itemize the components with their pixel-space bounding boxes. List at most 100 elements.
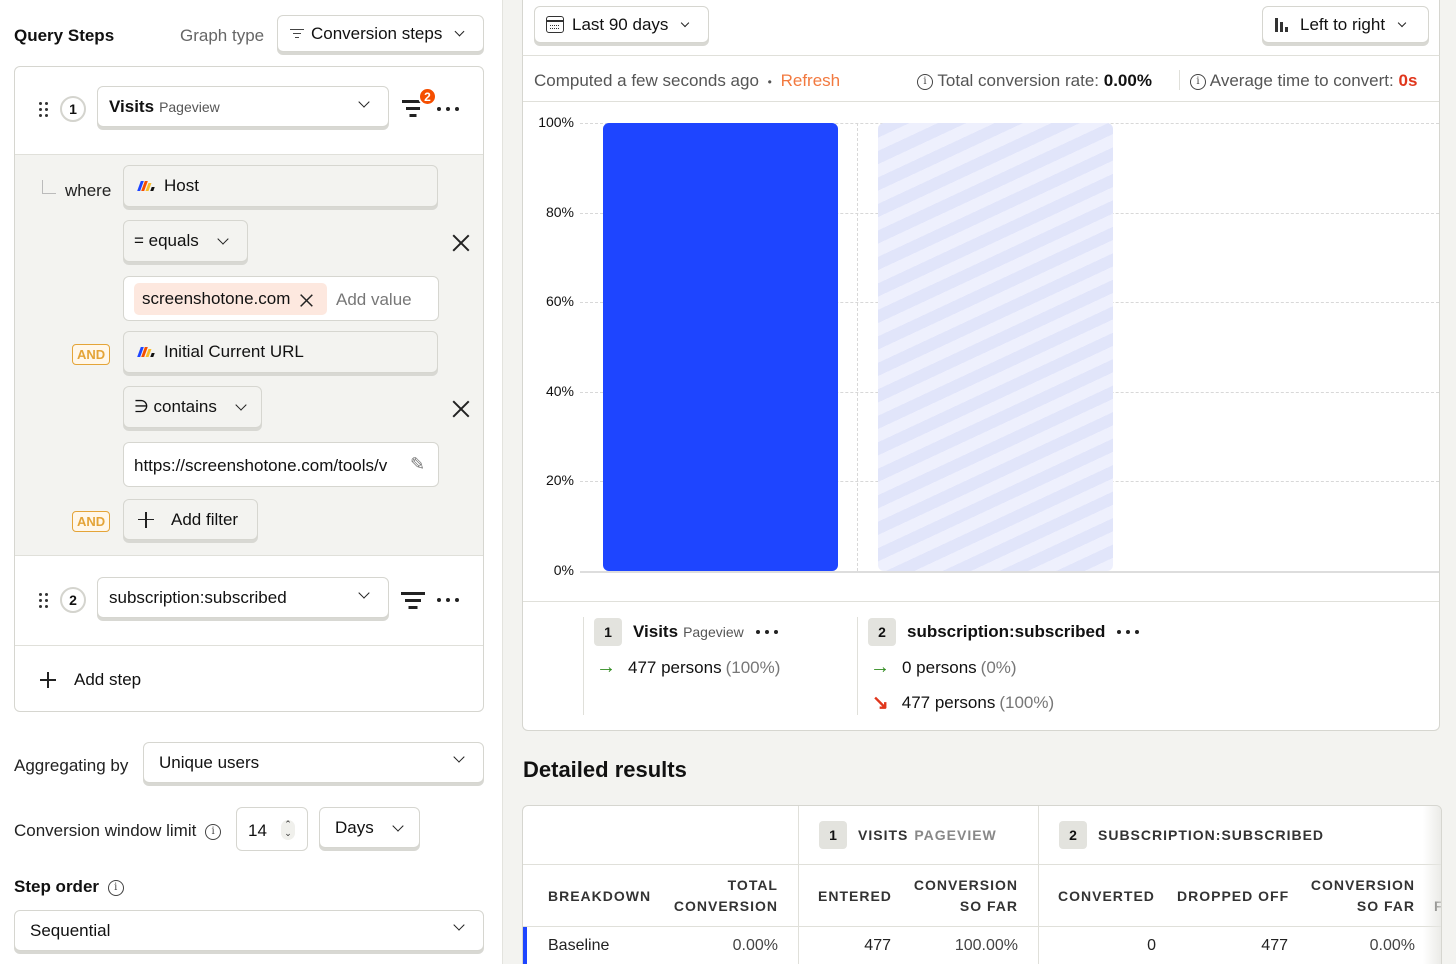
conversion-window-value: 14 <box>248 821 267 841</box>
filter-1-operator-select[interactable]: = equals <box>123 220 248 262</box>
drag-handle-icon[interactable] <box>39 102 49 118</box>
computed-text: Computed a few seconds ago <box>534 71 759 90</box>
remove-value-icon[interactable] <box>299 293 311 305</box>
graph-type-value: Conversion steps <box>311 24 442 44</box>
divider <box>523 101 1439 102</box>
col-text: SO FAR <box>901 896 1018 917</box>
step-order-value: Sequential <box>30 921 110 941</box>
info-icon[interactable]: i <box>917 74 933 90</box>
add-filter-button[interactable]: Add filter <box>123 499 258 540</box>
cell-conversion-so-far-1: 100.00% <box>901 937 1018 955</box>
add-filter-label: Add filter <box>171 510 238 530</box>
and-badge: AND <box>72 344 110 365</box>
value-chip: screenshotone.com <box>134 283 327 315</box>
legend-step-number: 2 <box>868 618 896 646</box>
step-1-event-type: Pageview <box>159 99 220 115</box>
conversion-window-input[interactable]: 14 ⌃⌄ <box>236 807 308 851</box>
results-table: 1 VISITS PAGEVIEW 2 SUBSCRIPTION:SUBSCRI… <box>522 805 1442 964</box>
step-1-event-name: Visits <box>109 97 154 117</box>
filter-1-operator: = equals <box>134 231 199 251</box>
filter-1-property-select[interactable]: Host <box>123 165 438 207</box>
row-divider <box>523 864 1442 865</box>
remove-filter-1-icon[interactable] <box>451 233 471 253</box>
col-converted[interactable]: CONVERTED <box>1058 886 1155 907</box>
graph-type-select[interactable]: Conversion steps <box>277 15 484 52</box>
filter-1-property: Host <box>164 176 199 196</box>
step-separator <box>857 123 858 571</box>
y-tick-label: 40% <box>524 383 574 399</box>
group-step-type: PAGEVIEW <box>914 825 996 846</box>
col-dropped-off[interactable]: DROPPED OFF <box>1177 886 1289 907</box>
y-tick-label: 60% <box>524 293 574 309</box>
info-icon[interactable]: i <box>108 880 124 896</box>
converted-count: 0 persons <box>902 658 977 678</box>
conversion-window-unit-select[interactable]: Days <box>319 807 420 848</box>
aggregating-select[interactable]: Unique users <box>143 742 484 783</box>
step-2-event-select[interactable]: subscription:subscribed <box>97 577 389 618</box>
y-tick-label: 20% <box>524 472 574 488</box>
col-conversion-so-far-2[interactable]: CONVERSION SO FAR <box>1298 875 1415 917</box>
pencil-edit-icon[interactable]: ✎ <box>410 454 425 475</box>
step-2-event-name: subscription:subscribed <box>109 588 287 608</box>
more-options-icon[interactable] <box>437 598 459 602</box>
y-tick-label: 80% <box>524 204 574 220</box>
refresh-link[interactable]: Refresh <box>781 71 841 90</box>
remove-filter-2-icon[interactable] <box>451 399 471 419</box>
cell-conversion-so-far-2: 0.00% <box>1298 937 1415 955</box>
step-number-badge: 1 <box>60 96 86 122</box>
bar-chart-icon <box>1275 18 1291 32</box>
col-text: CONVERSION <box>1298 875 1415 896</box>
average-time-to-convert: i Average time to convert: 0s <box>1190 71 1417 91</box>
filter-1-value-input[interactable]: screenshotone.com Add value <box>123 276 439 321</box>
more-options-icon[interactable] <box>437 107 459 111</box>
plus-icon <box>40 672 56 688</box>
chevron-down-icon <box>358 587 369 598</box>
step-1-event-select[interactable]: Visits Pageview <box>97 86 389 127</box>
conversion-window-unit: Days <box>335 818 374 838</box>
baseline-color-marker <box>523 927 527 964</box>
info-icon[interactable]: i <box>205 824 221 840</box>
step-order-select[interactable]: Sequential <box>14 910 484 951</box>
legend-step-name: Visits <box>633 622 678 642</box>
col-entered[interactable]: ENTERED <box>818 886 892 907</box>
filter-count-badge: 2 <box>418 87 437 106</box>
filter-2-value: https://screenshotone.com/tools/v <box>134 456 400 476</box>
add-step-label: Add step <box>74 670 141 690</box>
group-header-step-1: 1 VISITS PAGEVIEW <box>819 821 997 849</box>
divider <box>1179 70 1180 90</box>
col-breakdown[interactable]: BREAKDOWN <box>548 886 651 907</box>
property-icon <box>139 347 157 357</box>
chevron-down-icon <box>1398 18 1406 26</box>
col-text: CONVERSION <box>663 896 778 917</box>
add-value-placeholder: Add value <box>336 290 412 310</box>
more-options-icon[interactable] <box>756 630 778 634</box>
add-step-button[interactable]: Add step <box>40 670 141 690</box>
filter-2-operator-select[interactable]: ∋ contains <box>123 386 262 428</box>
legend-step-type: Pageview <box>683 624 744 640</box>
calendar-icon <box>546 16 564 33</box>
legend-step-1: 1 Visits Pageview <box>594 618 778 646</box>
query-steps-title: Query Steps <box>14 26 114 46</box>
group-step-number: 1 <box>819 821 847 849</box>
bar-background-step-2 <box>878 123 1113 571</box>
col-total-conversion[interactable]: TOTAL CONVERSION <box>663 875 778 917</box>
more-options-icon[interactable] <box>1117 630 1139 634</box>
legend-step-name: subscription:subscribed <box>907 622 1105 642</box>
col-conversion-so-far-1[interactable]: CONVERSION SO FAR <box>901 875 1018 917</box>
filter-icon[interactable] <box>401 589 425 611</box>
info-icon[interactable]: i <box>1190 74 1206 90</box>
query-panel: Query Steps Graph type Conversion steps … <box>0 0 502 964</box>
property-icon <box>139 181 157 191</box>
filter-2-property-select[interactable]: Initial Current URL <box>123 331 438 373</box>
row-divider <box>523 926 1442 927</box>
filter-2-value-input[interactable]: https://screenshotone.com/tools/v ✎ <box>123 442 439 487</box>
cell-entered: 477 <box>818 937 891 955</box>
drag-handle-icon[interactable] <box>39 593 49 609</box>
cell-breakdown: Baseline <box>548 937 609 955</box>
bar-step-1[interactable] <box>603 123 838 571</box>
date-range-select[interactable]: Last 90 days <box>534 6 709 43</box>
column-divider <box>798 806 799 964</box>
layout-select[interactable]: Left to right <box>1262 6 1429 43</box>
stepper-icon[interactable]: ⌃⌄ <box>281 820 295 840</box>
value-chip-text: screenshotone.com <box>142 289 290 309</box>
